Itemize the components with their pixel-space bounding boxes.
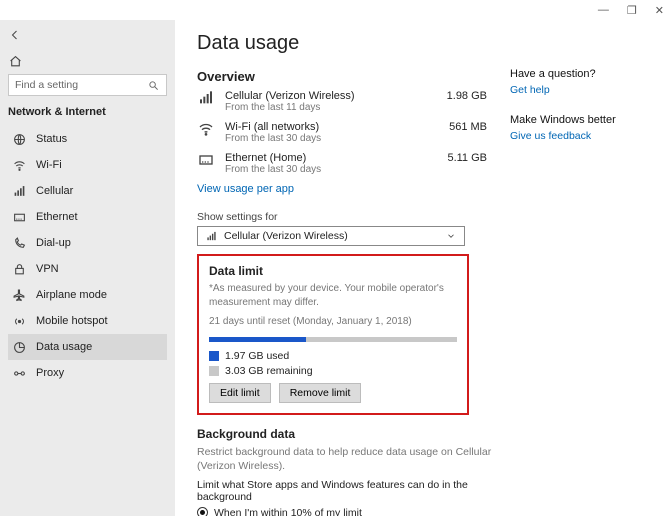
home-icon[interactable] — [8, 54, 22, 68]
sidebar: Find a setting Network & Internet Status… — [0, 20, 175, 516]
data-limit-progress-fill — [209, 337, 306, 342]
edit-limit-button[interactable]: Edit limit — [209, 383, 271, 403]
aside-feedback-title: Make Windows better — [510, 114, 650, 126]
proxy-icon — [12, 366, 26, 380]
legend-remaining-text: 3.03 GB remaining — [225, 365, 313, 377]
sidebar-item-label: Ethernet — [36, 211, 78, 223]
sidebar-section-title: Network & Internet — [8, 106, 167, 118]
datausage-icon — [12, 340, 26, 354]
vpn-icon — [12, 262, 26, 276]
sidebar-item-label: Dial-up — [36, 237, 71, 249]
sidebar-item-label: Mobile hotspot — [36, 315, 108, 327]
data-limit-progress — [209, 337, 457, 342]
cellular-icon — [197, 90, 215, 104]
ethernet-icon — [12, 210, 26, 224]
dialup-icon — [12, 236, 26, 250]
window-minimize-button[interactable]: — — [598, 4, 609, 16]
sidebar-item-ethernet[interactable]: Ethernet — [8, 204, 167, 230]
overview-value: 561 MB — [449, 121, 487, 133]
radio-label: When I'm within 10% of my limit — [214, 507, 362, 516]
sidebar-item-label: Proxy — [36, 367, 64, 379]
aside-panel: Have a question? Get help Make Windows b… — [510, 68, 650, 160]
sidebar-item-vpn[interactable]: VPN — [8, 256, 167, 282]
overview-name: Ethernet (Home) — [225, 152, 437, 164]
sidebar-item-label: Status — [36, 133, 67, 145]
data-limit-highlight: Data limit *As measured by your device. … — [197, 254, 469, 415]
overview-row-cellular: Cellular (Verizon Wireless) From the las… — [197, 90, 487, 113]
show-settings-dropdown[interactable]: Cellular (Verizon Wireless) — [197, 226, 465, 246]
overview-sub: From the last 11 days — [225, 102, 437, 113]
sidebar-item-wifi[interactable]: Wi-Fi — [8, 152, 167, 178]
cellular-icon — [12, 184, 26, 198]
sidebar-nav: Status Wi-Fi Cellular Ethernet Dial-up V… — [8, 126, 167, 386]
search-input[interactable]: Find a setting — [8, 74, 167, 96]
cellular-icon — [204, 229, 218, 243]
data-limit-heading: Data limit — [209, 264, 457, 278]
data-limit-reset: 21 days until reset (Monday, January 1, … — [209, 315, 457, 329]
status-icon — [12, 132, 26, 146]
overview-name: Wi-Fi (all networks) — [225, 121, 439, 133]
sidebar-item-proxy[interactable]: Proxy — [8, 360, 167, 386]
sidebar-item-cellular[interactable]: Cellular — [8, 178, 167, 204]
swatch-used — [209, 351, 219, 361]
aside-feedback-link[interactable]: Give us feedback — [510, 130, 650, 142]
sidebar-item-label: Cellular — [36, 185, 73, 197]
legend-used-text: 1.97 GB used — [225, 350, 289, 362]
sidebar-item-dialup[interactable]: Dial-up — [8, 230, 167, 256]
background-desc: Restrict background data to help reduce … — [197, 445, 507, 473]
radio-option-10pct[interactable]: When I'm within 10% of my limit — [197, 507, 507, 516]
overview-value: 1.98 GB — [447, 90, 487, 102]
search-icon — [146, 78, 160, 92]
legend-used: 1.97 GB used — [209, 350, 457, 362]
wifi-icon — [197, 121, 215, 135]
overview-row-ethernet: Ethernet (Home) From the last 30 days 5.… — [197, 152, 487, 175]
window-titlebar: — ❐ ✕ — [0, 0, 670, 20]
overview-name: Cellular (Verizon Wireless) — [225, 90, 437, 102]
window-restore-button[interactable]: ❐ — [627, 4, 637, 17]
main-content: Have a question? Get help Make Windows b… — [175, 20, 670, 516]
sidebar-item-label: VPN — [36, 263, 59, 275]
data-limit-note: *As measured by your device. Your mobile… — [209, 282, 457, 309]
dropdown-value: Cellular (Verizon Wireless) — [224, 230, 348, 242]
sidebar-item-label: Wi-Fi — [36, 159, 62, 171]
hotspot-icon — [12, 314, 26, 328]
sidebar-item-airplane[interactable]: Airplane mode — [8, 282, 167, 308]
airplane-icon — [12, 288, 26, 302]
page-title: Data usage — [197, 32, 650, 55]
swatch-remaining — [209, 366, 219, 376]
window-close-button[interactable]: ✕ — [655, 4, 664, 17]
aside-question-title: Have a question? — [510, 68, 650, 80]
overview-sub: From the last 30 days — [225, 164, 437, 175]
radio-icon — [197, 507, 208, 516]
chevron-down-icon — [444, 229, 458, 243]
sidebar-item-datausage[interactable]: Data usage — [8, 334, 167, 360]
back-icon[interactable] — [8, 28, 22, 42]
remove-limit-button[interactable]: Remove limit — [279, 383, 362, 403]
ethernet-icon — [197, 152, 215, 166]
sidebar-item-status[interactable]: Status — [8, 126, 167, 152]
overview-row-wifi: Wi-Fi (all networks) From the last 30 da… — [197, 121, 487, 144]
show-settings-label: Show settings for — [197, 211, 650, 223]
wifi-icon — [12, 158, 26, 172]
background-data-section: Background data Restrict background data… — [197, 427, 507, 516]
aside-get-help-link[interactable]: Get help — [510, 84, 650, 96]
sidebar-item-hotspot[interactable]: Mobile hotspot — [8, 308, 167, 334]
overview-sub: From the last 30 days — [225, 133, 439, 144]
legend-remaining: 3.03 GB remaining — [209, 365, 457, 377]
background-heading: Background data — [197, 427, 507, 441]
sidebar-item-label: Data usage — [36, 341, 92, 353]
background-sub: Limit what Store apps and Windows featur… — [197, 479, 507, 503]
overview-value: 5.11 GB — [447, 152, 487, 164]
view-usage-per-app-link[interactable]: View usage per app — [197, 183, 294, 195]
search-placeholder: Find a setting — [15, 79, 78, 91]
sidebar-item-label: Airplane mode — [36, 289, 107, 301]
